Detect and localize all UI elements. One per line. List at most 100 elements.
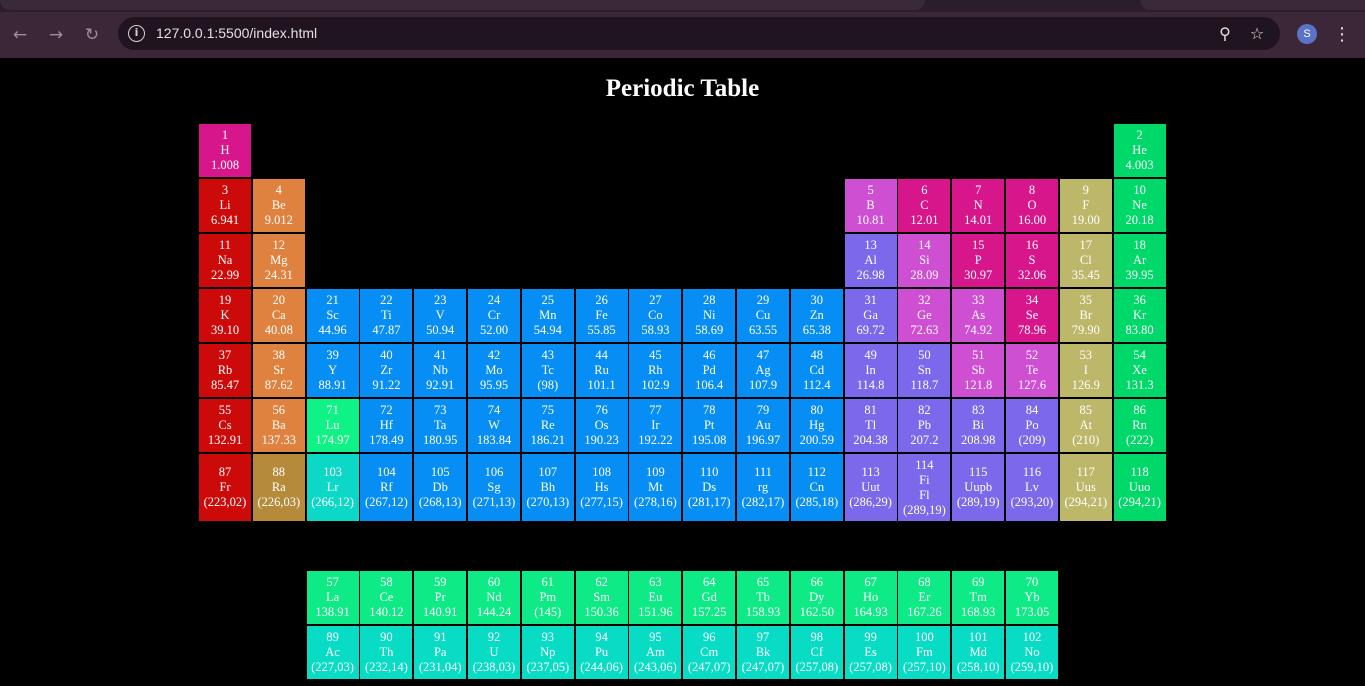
element-cell[interactable]: 87 Fr (223,02) bbox=[199, 454, 251, 521]
element-cell[interactable]: 80 Hg 200.59 bbox=[790, 399, 843, 452]
element-cell[interactable]: 71 Lu 174.97 bbox=[306, 399, 359, 452]
element-cell[interactable]: 4 Be 9.012 bbox=[252, 179, 305, 232]
element-cell[interactable]: 7 N 14.01 bbox=[952, 179, 1005, 232]
element-cell[interactable]: 54 Xe 131.3 bbox=[1113, 344, 1166, 397]
element-cell[interactable]: 43 Tc (98) bbox=[521, 344, 574, 397]
element-cell[interactable]: 16 S 32.06 bbox=[1006, 234, 1058, 287]
site-info-icon[interactable]: i bbox=[128, 25, 145, 42]
element-cell[interactable]: 111 rg (282,17) bbox=[737, 454, 789, 521]
element-cell[interactable]: 66 Dy 162.50 bbox=[790, 571, 843, 624]
element-cell[interactable]: 2 He 4.003 bbox=[1113, 124, 1166, 177]
kebab-menu-icon[interactable]: ⋮ bbox=[1332, 12, 1352, 58]
element-cell[interactable]: 38 Sr 87.62 bbox=[252, 344, 305, 397]
element-cell[interactable]: 108 Hs (277,15) bbox=[575, 454, 628, 521]
profile-avatar[interactable]: S bbox=[1297, 24, 1317, 44]
element-cell[interactable]: 36 Kr 83.80 bbox=[1113, 289, 1166, 342]
element-cell[interactable]: 75 Re 186.21 bbox=[521, 399, 574, 452]
inactive-tab[interactable] bbox=[1140, 0, 1365, 10]
element-cell[interactable]: 109 Mt (278,16) bbox=[629, 454, 682, 521]
element-cell[interactable]: 39 Y 88.91 bbox=[306, 344, 359, 397]
element-cell[interactable]: 56 Ba 137.33 bbox=[252, 399, 305, 452]
bookmark-star-icon[interactable]: ☆ bbox=[1242, 17, 1272, 50]
element-cell[interactable]: 49 In 114.8 bbox=[844, 344, 897, 397]
element-cell[interactable]: 23 V 50.94 bbox=[414, 289, 467, 342]
zoom-icon[interactable]: ⚲ bbox=[1210, 17, 1240, 50]
element-cell[interactable]: 51 Sb 121.8 bbox=[952, 344, 1005, 397]
element-cell[interactable]: 27 Co 58.93 bbox=[629, 289, 682, 342]
element-cell[interactable]: 104 Rf (267,12) bbox=[360, 454, 413, 521]
element-cell[interactable]: 105 Db (268,13) bbox=[414, 454, 467, 521]
element-cell[interactable]: 70 Yb 173.05 bbox=[1006, 571, 1058, 624]
element-cell[interactable]: 37 Rb 85.47 bbox=[199, 344, 251, 397]
element-cell[interactable]: 33 As 74.92 bbox=[952, 289, 1005, 342]
element-cell[interactable]: 77 Ir 192.22 bbox=[629, 399, 682, 452]
element-cell[interactable]: 57 La 138.91 bbox=[306, 571, 359, 624]
element-cell[interactable]: 44 Ru 101.1 bbox=[575, 344, 628, 397]
element-cell[interactable]: 99 Es (257,08) bbox=[844, 626, 897, 679]
element-cell[interactable]: 10 Ne 20.18 bbox=[1113, 179, 1166, 232]
element-cell[interactable]: 91 Pa (231,04) bbox=[414, 626, 467, 679]
element-cell[interactable]: 55 Cs 132.91 bbox=[199, 399, 251, 452]
element-cell[interactable]: 41 Nb 92.91 bbox=[414, 344, 467, 397]
element-cell[interactable]: 15 P 30.97 bbox=[952, 234, 1005, 287]
element-cell[interactable]: 81 Tl 204.38 bbox=[844, 399, 897, 452]
element-cell[interactable]: 46 Pd 106.4 bbox=[683, 344, 736, 397]
element-cell[interactable]: 69 Tm 168.93 bbox=[952, 571, 1005, 624]
element-cell[interactable]: 53 I 126.9 bbox=[1059, 344, 1112, 397]
element-cell[interactable]: 29 Cu 63.55 bbox=[737, 289, 789, 342]
element-cell[interactable]: 26 Fe 55.85 bbox=[575, 289, 628, 342]
element-cell[interactable]: 22 Ti 47.87 bbox=[360, 289, 413, 342]
element-cell[interactable]: 114 Fi Fl (289,19) bbox=[898, 454, 951, 521]
element-cell[interactable]: 40 Zr 91.22 bbox=[360, 344, 413, 397]
element-cell[interactable]: 30 Zn 65.38 bbox=[790, 289, 843, 342]
element-cell[interactable]: 52 Te 127.6 bbox=[1006, 344, 1058, 397]
element-cell[interactable]: 11 Na 22.99 bbox=[199, 234, 251, 287]
element-cell[interactable]: 25 Mn 54.94 bbox=[521, 289, 574, 342]
element-cell[interactable]: 47 Ag 107.9 bbox=[737, 344, 789, 397]
element-cell[interactable]: 48 Cd 112.4 bbox=[790, 344, 843, 397]
reload-icon[interactable]: ↻ bbox=[74, 12, 110, 58]
element-cell[interactable]: 110 Ds (281,17) bbox=[683, 454, 736, 521]
element-cell[interactable]: 32 Ge 72.63 bbox=[898, 289, 951, 342]
element-cell[interactable]: 93 Np (237,05) bbox=[521, 626, 574, 679]
element-cell[interactable]: 84 Po (209) bbox=[1006, 399, 1058, 452]
element-cell[interactable]: 45 Rh 102.9 bbox=[629, 344, 682, 397]
element-cell[interactable]: 50 Sn 118.7 bbox=[898, 344, 951, 397]
element-cell[interactable]: 89 Ac (227,03) bbox=[306, 626, 359, 679]
element-cell[interactable]: 28 Ni 58.69 bbox=[683, 289, 736, 342]
element-cell[interactable]: 90 Th (232,14) bbox=[360, 626, 413, 679]
element-cell[interactable]: 113 Uut (286,29) bbox=[844, 454, 897, 521]
element-cell[interactable]: 13 Al 26.98 bbox=[844, 234, 897, 287]
address-bar[interactable]: i 127.0.0.1:5500/index.html ⚲ ☆ bbox=[118, 17, 1280, 50]
element-cell[interactable]: 100 Fm (257,10) bbox=[898, 626, 951, 679]
element-cell[interactable]: 3 Li 6.941 bbox=[199, 179, 251, 232]
element-cell[interactable]: 17 Cl 35.45 bbox=[1059, 234, 1112, 287]
element-cell[interactable]: 68 Er 167.26 bbox=[898, 571, 951, 624]
element-cell[interactable]: 58 Ce 140.12 bbox=[360, 571, 413, 624]
element-cell[interactable]: 82 Pb 207.2 bbox=[898, 399, 951, 452]
element-cell[interactable]: 116 Lv (293,20) bbox=[1006, 454, 1058, 521]
element-cell[interactable]: 79 Au 196.97 bbox=[737, 399, 789, 452]
element-cell[interactable]: 60 Nd 144.24 bbox=[468, 571, 520, 624]
element-cell[interactable]: 42 Mo 95.95 bbox=[468, 344, 520, 397]
element-cell[interactable]: 78 Pt 195.08 bbox=[683, 399, 736, 452]
forward-arrow-icon[interactable]: → bbox=[38, 12, 74, 58]
element-cell[interactable]: 97 Bk (247,07) bbox=[737, 626, 789, 679]
active-tab[interactable] bbox=[0, 0, 925, 10]
element-cell[interactable]: 12 Mg 24.31 bbox=[252, 234, 305, 287]
element-cell[interactable]: 34 Se 78.96 bbox=[1006, 289, 1058, 342]
element-cell[interactable]: 24 Cr 52.00 bbox=[468, 289, 520, 342]
element-cell[interactable]: 18 Ar 39.95 bbox=[1113, 234, 1166, 287]
element-cell[interactable]: 117 Uus (294,21) bbox=[1059, 454, 1112, 521]
element-cell[interactable]: 14 Si 28.09 bbox=[898, 234, 951, 287]
element-cell[interactable]: 61 Pm (145) bbox=[521, 571, 574, 624]
element-cell[interactable]: 74 W 183.84 bbox=[468, 399, 520, 452]
element-cell[interactable]: 62 Sm 150.36 bbox=[575, 571, 628, 624]
element-cell[interactable]: 103 Lr (266,12) bbox=[306, 454, 359, 521]
element-cell[interactable]: 72 Hf 178.49 bbox=[360, 399, 413, 452]
element-cell[interactable]: 5 B 10.81 bbox=[844, 179, 897, 232]
element-cell[interactable]: 65 Tb 158.93 bbox=[737, 571, 789, 624]
element-cell[interactable]: 85 At (210) bbox=[1059, 399, 1112, 452]
element-cell[interactable]: 112 Cn (285,18) bbox=[790, 454, 843, 521]
element-cell[interactable]: 35 Br 79.90 bbox=[1059, 289, 1112, 342]
